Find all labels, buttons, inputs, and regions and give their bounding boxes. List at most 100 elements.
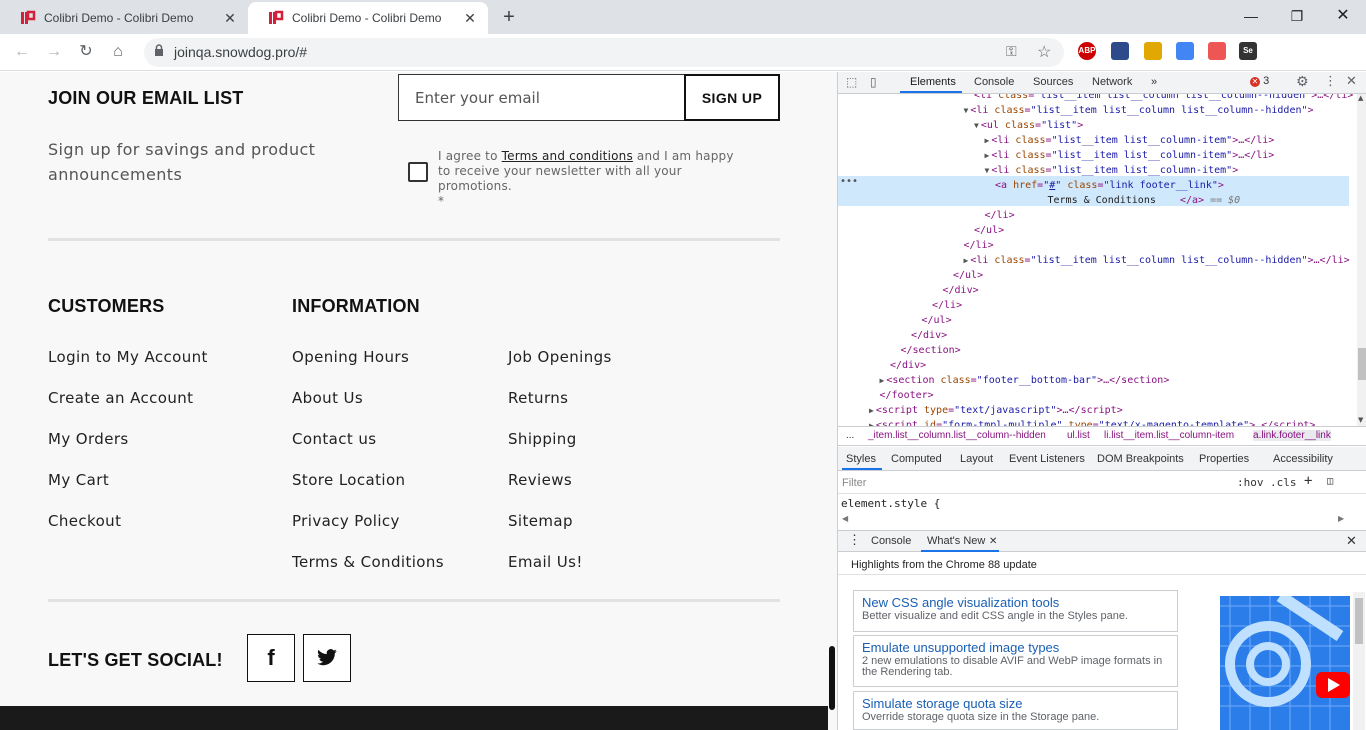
whats-new-scrollbar-thumb[interactable] <box>1355 598 1363 644</box>
terms-link[interactable]: Terms and conditions <box>502 149 633 163</box>
devtools-tab-console[interactable]: Console <box>974 76 1014 88</box>
settings-gear-icon[interactable]: ⚙ <box>1296 74 1309 90</box>
reload-icon[interactable]: ↻ <box>74 40 98 64</box>
footer-link-returns[interactable]: Returns <box>508 389 568 407</box>
twitter-button[interactable] <box>303 634 351 682</box>
facebook-button[interactable]: f <box>247 634 295 682</box>
minimize-icon[interactable]: — <box>1236 4 1266 28</box>
whats-new-video-thumbnail[interactable] <box>1220 596 1350 730</box>
dom-tree[interactable]: ••• <li class="list__item list__column l… <box>838 94 1357 426</box>
key-icon[interactable]: ⚿ <box>1006 43 1017 60</box>
scroll-up-arrow-icon[interactable]: ▲ <box>1358 94 1363 102</box>
browser-tab-active[interactable]: Colibri Demo - Colibri Demo ✕ <box>248 2 488 34</box>
class-toggle[interactable]: .cls <box>1270 476 1297 489</box>
dom-node-line[interactable]: </div> <box>911 328 947 343</box>
dom-node-line[interactable]: </li> <box>932 298 962 313</box>
device-toolbar-icon[interactable]: ▯ <box>870 75 877 89</box>
sidebar-toggle-icon[interactable]: ◫ <box>1327 476 1333 487</box>
back-icon[interactable]: ← <box>10 40 34 64</box>
forward-icon[interactable]: → <box>42 40 66 64</box>
scroll-right-arrow-icon[interactable]: ▶ <box>1338 514 1344 523</box>
dom-node-line[interactable]: </li> <box>964 238 994 253</box>
footer-link-my-cart[interactable]: My Cart <box>48 471 109 489</box>
selenium-extension-icon[interactable]: Se <box>1239 42 1257 60</box>
footer-link-terms-conditions[interactable]: Terms & Conditions <box>292 553 444 571</box>
styles-filter-input[interactable] <box>842 475 1228 491</box>
drawer-tab-console[interactable]: Console <box>871 535 911 547</box>
dom-node-line[interactable]: ▼ <li class="list__item list__column list… <box>964 103 1314 118</box>
shield-extension-icon[interactable] <box>1208 42 1226 60</box>
footer-link-my-orders[interactable]: My Orders <box>48 430 129 448</box>
breadcrumb-item[interactable]: li.list__item.list__column-item <box>1104 430 1234 441</box>
dom-node-line[interactable]: ▼ <ul class="list"> <box>974 118 1083 133</box>
scroll-down-arrow-icon[interactable]: ▼ <box>1358 416 1363 424</box>
footer-link-privacy-policy[interactable]: Privacy Policy <box>292 512 400 530</box>
hover-state-toggle[interactable]: :hov <box>1237 476 1264 489</box>
extension-icon[interactable] <box>1111 42 1129 60</box>
footer-link-opening-hours[interactable]: Opening Hours <box>292 348 409 366</box>
home-icon[interactable]: ⌂ <box>106 40 130 64</box>
subtab-accessibility[interactable]: Accessibility <box>1273 453 1333 465</box>
close-devtools-icon[interactable]: ✕ <box>1346 74 1357 89</box>
dom-node-line[interactable]: ▶ <li class="list__item list__column-item… <box>985 133 1275 148</box>
footer-link-login[interactable]: Login to My Account <box>48 348 208 366</box>
expand-right-arrow-icon[interactable]: ▶ <box>964 256 969 265</box>
expand-down-arrow-icon[interactable]: ▼ <box>964 106 969 115</box>
bookmark-star-icon[interactable]: ☆ <box>1037 42 1051 62</box>
close-tab-icon[interactable]: ✕ <box>222 10 238 26</box>
expand-down-arrow-icon[interactable]: ▼ <box>974 121 979 130</box>
subtab-styles[interactable]: Styles <box>846 453 876 465</box>
page-scrollbar-thumb[interactable] <box>829 646 835 710</box>
breadcrumb-item[interactable]: _item.list__column.list__column--hidden <box>868 430 1046 441</box>
dom-node-line[interactable]: </div> <box>890 358 926 373</box>
mail-extension-icon[interactable] <box>1144 42 1162 60</box>
subtab-layout[interactable]: Layout <box>960 453 993 465</box>
dom-node-line[interactable]: </footer> <box>880 388 934 403</box>
close-drawer-icon[interactable]: ✕ <box>1346 533 1357 549</box>
whats-new-card[interactable]: Simulate storage quota size Override sto… <box>853 691 1178 730</box>
dom-node-line[interactable]: </section> <box>901 343 961 358</box>
dom-node-line[interactable]: ▼ <li class="list__item list__column-item… <box>985 163 1239 178</box>
close-tab-icon[interactable]: ✕ <box>462 10 478 26</box>
dom-node-line[interactable]: </ul> <box>953 268 983 283</box>
expand-down-arrow-icon[interactable]: ▼ <box>985 166 990 175</box>
close-window-icon[interactable]: ✕ <box>1328 4 1358 28</box>
dom-node-line[interactable]: Terms & Conditions </a> == $0 <box>1048 193 1241 208</box>
whats-new-card[interactable]: New CSS angle visualization tools Better… <box>853 590 1178 632</box>
subtab-computed[interactable]: Computed <box>891 453 942 465</box>
footer-link-about-us[interactable]: About Us <box>292 389 363 407</box>
adblock-extension-icon[interactable]: ABP <box>1078 42 1096 60</box>
address-bar[interactable]: joinqa.snowdog.pro/# ⚿ ☆ <box>144 38 1064 67</box>
expand-right-arrow-icon[interactable]: ▶ <box>985 136 990 145</box>
subtab-event-listeners[interactable]: Event Listeners <box>1009 453 1085 465</box>
node-actions-ellipsis[interactable]: ••• <box>840 176 858 187</box>
inspect-element-icon[interactable]: ⬚ <box>846 75 857 89</box>
breadcrumb-item-selected[interactable]: a.link.footer__link <box>1253 430 1331 441</box>
drawer-tab-whats-new[interactable]: What's New <box>927 535 985 547</box>
dom-node-line[interactable]: <li class="list__item list__column list_… <box>974 94 1353 103</box>
expand-right-arrow-icon[interactable]: ▶ <box>985 151 990 160</box>
restore-icon[interactable]: ❐ <box>1282 4 1312 28</box>
footer-link-reviews[interactable]: Reviews <box>508 471 572 489</box>
dom-node-line[interactable]: ▶ <li class="list__item list__column list… <box>964 253 1350 268</box>
footer-link-create-account[interactable]: Create an Account <box>48 389 193 407</box>
scroll-left-arrow-icon[interactable]: ◀ <box>842 514 848 523</box>
dom-node-line[interactable]: </ul> <box>974 223 1004 238</box>
dom-node-line[interactable]: </li> <box>985 208 1015 223</box>
expand-right-arrow-icon[interactable]: ▶ <box>869 406 874 415</box>
devtools-tab-sources[interactable]: Sources <box>1033 76 1073 88</box>
footer-link-contact-us[interactable]: Contact us <box>292 430 376 448</box>
browser-tab[interactable]: Colibri Demo - Colibri Demo ✕ <box>0 2 248 34</box>
close-drawer-tab-icon[interactable]: ✕ <box>989 536 997 547</box>
element-style-rule[interactable]: element.style { <box>841 497 940 510</box>
devtools-menu-icon[interactable]: ⋮ <box>1324 74 1337 89</box>
subtab-properties[interactable]: Properties <box>1199 453 1249 465</box>
footer-link-shipping[interactable]: Shipping <box>508 430 577 448</box>
agree-checkbox[interactable] <box>408 162 428 182</box>
dom-node-line[interactable]: ▶ <section class="footer__bottom-bar">…</… <box>880 373 1170 388</box>
page-scrollbar[interactable] <box>828 72 837 730</box>
whats-new-card[interactable]: Emulate unsupported image types 2 new em… <box>853 635 1178 687</box>
breadcrumb-item[interactable]: ul.list <box>1067 430 1090 441</box>
drawer-menu-icon[interactable]: ⋮ <box>848 532 861 548</box>
devtools-tab-network[interactable]: Network <box>1092 76 1132 88</box>
